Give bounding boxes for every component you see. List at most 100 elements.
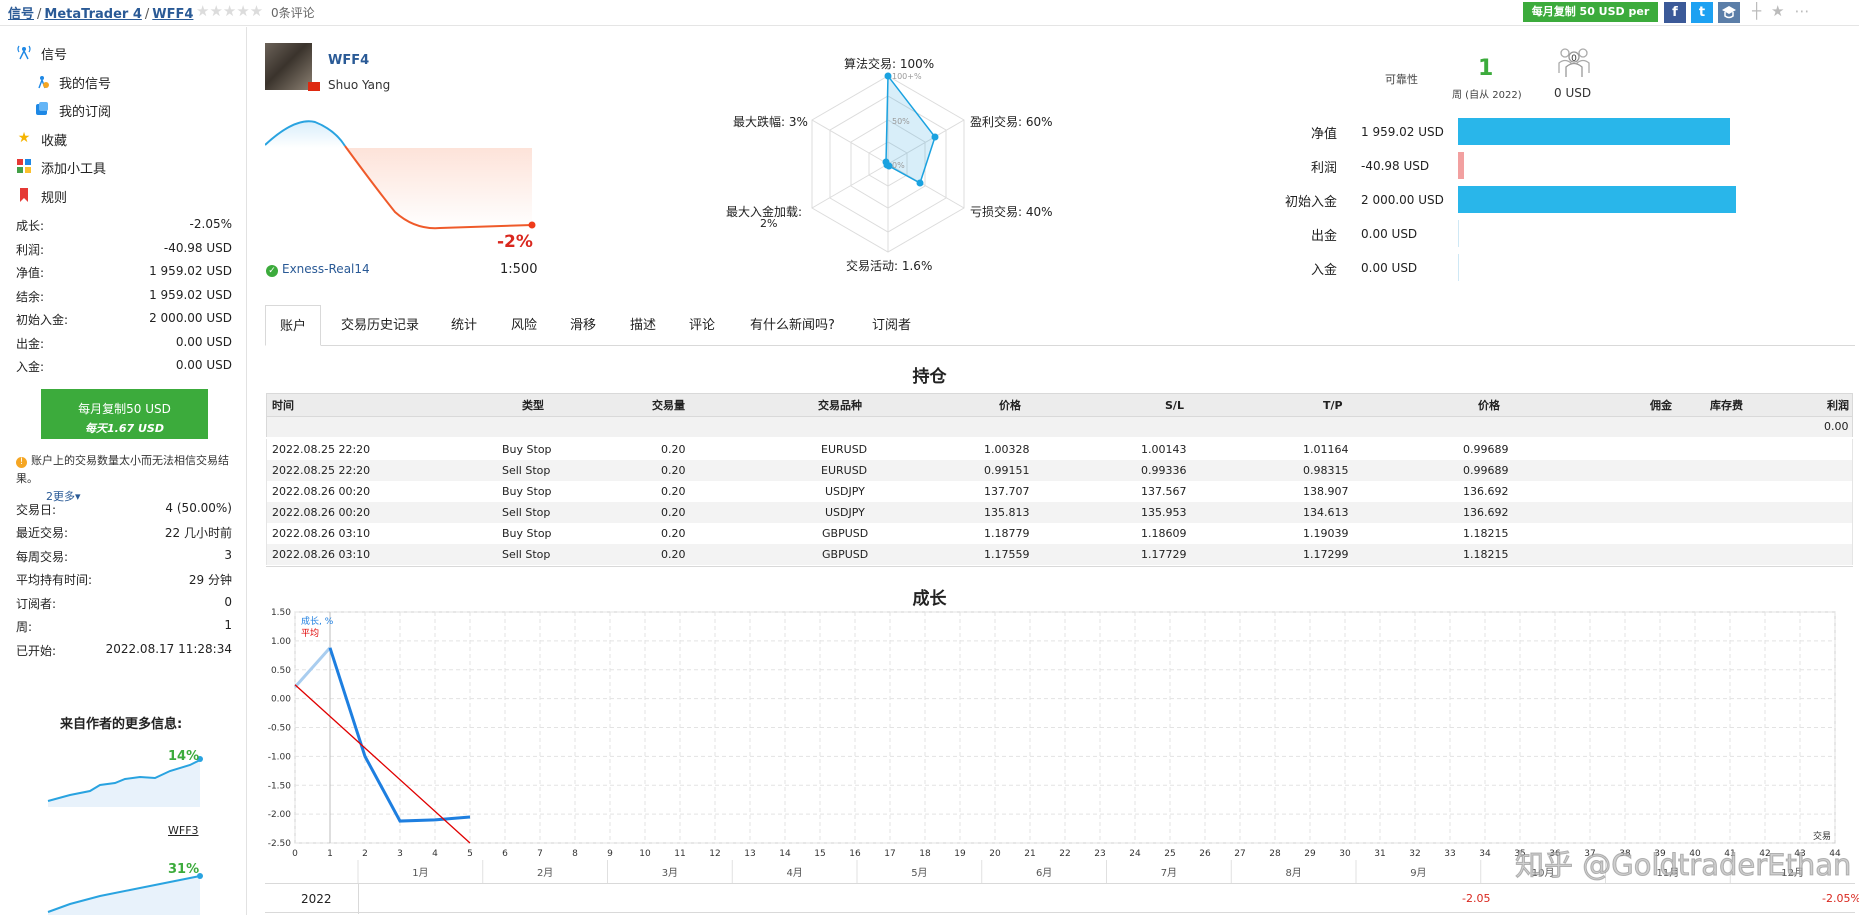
widget-icon bbox=[16, 158, 32, 174]
stat-label: 利润: bbox=[16, 243, 45, 257]
cell-type: Sell Stop bbox=[502, 464, 551, 477]
x-tick-label: 8 bbox=[572, 849, 578, 859]
y-tick-label: 1.00 bbox=[271, 637, 291, 647]
column-header-profit[interactable]: 利润 bbox=[1827, 394, 1849, 418]
x-tick-label: 31 bbox=[1374, 849, 1385, 859]
facebook-icon[interactable]: f bbox=[1664, 2, 1686, 23]
year-divider bbox=[358, 884, 359, 914]
withdrawals-label: 出金 bbox=[1310, 229, 1337, 244]
table-bottom-border bbox=[266, 566, 1853, 567]
x-tick-label: 27 bbox=[1234, 849, 1245, 859]
tab-subscribers[interactable]: 订阅者 bbox=[872, 305, 911, 346]
month-label: 8月 bbox=[1285, 867, 1301, 879]
cell-sl: 1.18609 bbox=[1141, 527, 1187, 540]
radar-trading-activity: 交易活动: 1.6% bbox=[846, 259, 933, 273]
withdrawals-value: 0.00 USD bbox=[1361, 227, 1418, 241]
tab-reviews[interactable]: 评论 bbox=[689, 305, 715, 346]
column-header-type[interactable]: 类型 bbox=[522, 394, 544, 418]
copy-signal-button-top[interactable]: 每月复制 50 USD per bbox=[1523, 2, 1658, 22]
stat-value: 1 959.02 USD bbox=[149, 288, 232, 302]
cell-current-price: 1.18215 bbox=[1463, 527, 1509, 540]
stat-value: 0.00 USD bbox=[175, 335, 232, 349]
cell-price: 137.707 bbox=[984, 485, 1030, 498]
column-header-time[interactable]: 时间 bbox=[272, 394, 294, 418]
month-label: 4月 bbox=[786, 867, 802, 879]
radar-max-drawdown: 最大跌幅: 3% bbox=[733, 115, 808, 129]
signal-name: WFF4 bbox=[328, 53, 370, 68]
breadcrumb-platform-link[interactable]: MetaTrader 4 bbox=[44, 7, 141, 22]
tab-slippage[interactable]: 滑移 bbox=[570, 305, 596, 346]
summary-row: 0.00 bbox=[266, 417, 1853, 437]
x-tick-label: 23 bbox=[1094, 849, 1105, 859]
copy-signal-button[interactable]: 每月复制50 USD 每天1.67 USD bbox=[41, 389, 208, 439]
deposits-bar bbox=[1458, 254, 1459, 281]
x-tick-label: 0 bbox=[292, 849, 298, 859]
cell-sl: 135.953 bbox=[1141, 506, 1187, 519]
other-signal-growth: 14% bbox=[168, 749, 200, 764]
copy-price-monthly: 每月复制50 USD bbox=[78, 402, 171, 416]
initial-deposit-bar bbox=[1458, 186, 1736, 213]
column-header-symbol[interactable]: 交易品种 bbox=[818, 394, 862, 418]
y-tick-label: -2.00 bbox=[268, 810, 292, 820]
other-signal-link[interactable]: WFF3 bbox=[168, 824, 199, 837]
initial-deposit-value: 2 000.00 USD bbox=[1361, 193, 1444, 207]
cell-type: Sell Stop bbox=[502, 548, 551, 561]
cell-volume: 0.20 bbox=[661, 485, 686, 498]
x-tick-label: 24 bbox=[1129, 849, 1141, 859]
column-header-volume[interactable]: 交易量 bbox=[652, 394, 685, 418]
column-header-sl[interactable]: S/L bbox=[1165, 394, 1184, 418]
tab-news[interactable]: 有什么新闻吗? bbox=[750, 305, 835, 346]
table-row: 2022.08.26 03:10 Buy Stop 0.20 GBPUSD 1.… bbox=[266, 523, 1853, 544]
star-icon: ★ bbox=[17, 130, 31, 146]
x-tick-label: 19 bbox=[954, 849, 966, 859]
table-header: 时间 类型 交易量 交易品种 价格 S/L T/P 价格 佣金 库存费 利润 bbox=[266, 393, 1853, 417]
sidebar: 信号 我的信号 我的订阅 ★ 收藏 添加小工具 规则 成长: -2.05% 利润:… bbox=[0, 27, 247, 915]
toolbar-icons[interactable]: ┼★⋯ bbox=[1752, 2, 1819, 20]
x-tick-label: 15 bbox=[814, 849, 825, 859]
tab-risks[interactable]: 风险 bbox=[511, 305, 537, 346]
share-icon[interactable] bbox=[1718, 2, 1740, 23]
x-tick-label: 5 bbox=[467, 849, 473, 859]
column-header-price[interactable]: 价格 bbox=[999, 394, 1021, 418]
column-header-price-current[interactable]: 价格 bbox=[1478, 394, 1500, 418]
stat-value: 1 959.02 USD bbox=[149, 264, 232, 278]
broker-server[interactable]: ✓ Exness-Real14 bbox=[266, 262, 370, 277]
rating-stars[interactable]: ★★★★★ bbox=[196, 2, 263, 20]
review-count[interactable]: 0条评论 bbox=[271, 4, 315, 21]
sidebar-item-label: 信号 bbox=[41, 48, 68, 63]
column-header-tp[interactable]: T/P bbox=[1323, 394, 1343, 418]
cell-sl: 0.99336 bbox=[1141, 464, 1187, 477]
radar-ring-label: 100+% bbox=[892, 72, 922, 81]
radar-algo-trading: 算法交易: 100% bbox=[844, 57, 935, 71]
month-label: 9月 bbox=[1410, 867, 1426, 879]
subscribers-icon: 0 bbox=[1556, 45, 1592, 79]
column-header-commission[interactable]: 佣金 bbox=[1650, 394, 1672, 418]
verified-check-icon: ✓ bbox=[266, 265, 278, 277]
subscribers-count: 0 bbox=[1571, 54, 1577, 64]
author-name[interactable]: Shuo Yang bbox=[328, 78, 390, 92]
cell-time: 2022.08.26 03:10 bbox=[272, 527, 371, 540]
stat-label: 交易日: bbox=[16, 503, 57, 517]
twitter-icon[interactable]: t bbox=[1691, 2, 1713, 23]
other-signal-growth: 31% bbox=[168, 862, 200, 877]
tab-statistics[interactable]: 统计 bbox=[451, 305, 477, 346]
breadcrumb-signal-link[interactable]: WFF4 bbox=[152, 7, 193, 22]
year-label: 2022 bbox=[301, 892, 332, 906]
legend-growth: 成长, % bbox=[301, 615, 334, 627]
stat-label: 出金: bbox=[16, 337, 45, 351]
x-tick-label: 14 bbox=[779, 849, 791, 859]
tab-trade-history[interactable]: 交易历史记录 bbox=[341, 305, 419, 346]
column-header-swap[interactable]: 库存费 bbox=[1710, 394, 1743, 418]
breadcrumb-signals-link[interactable]: 信号 bbox=[8, 7, 34, 22]
growth-chart[interactable]: 0 1 2 3 4 5 6 7 8 9 10 11 12 13 14 15 16 17 18 19 20 21 22 23 24… bbox=[265, 602, 1855, 883]
x-tick-label: 33 bbox=[1444, 849, 1455, 859]
cell-volume: 0.20 bbox=[661, 548, 686, 561]
cell-volume: 0.20 bbox=[661, 506, 686, 519]
author-avatar[interactable] bbox=[265, 43, 312, 90]
x-axis-label: 交易 bbox=[1813, 830, 1831, 842]
cell-type: Buy Stop bbox=[502, 443, 552, 456]
warning-icon: ! bbox=[16, 457, 27, 468]
tab-account[interactable]: 账户 bbox=[265, 305, 322, 346]
tab-description[interactable]: 描述 bbox=[630, 305, 656, 346]
x-tick-label: 4 bbox=[432, 849, 438, 859]
